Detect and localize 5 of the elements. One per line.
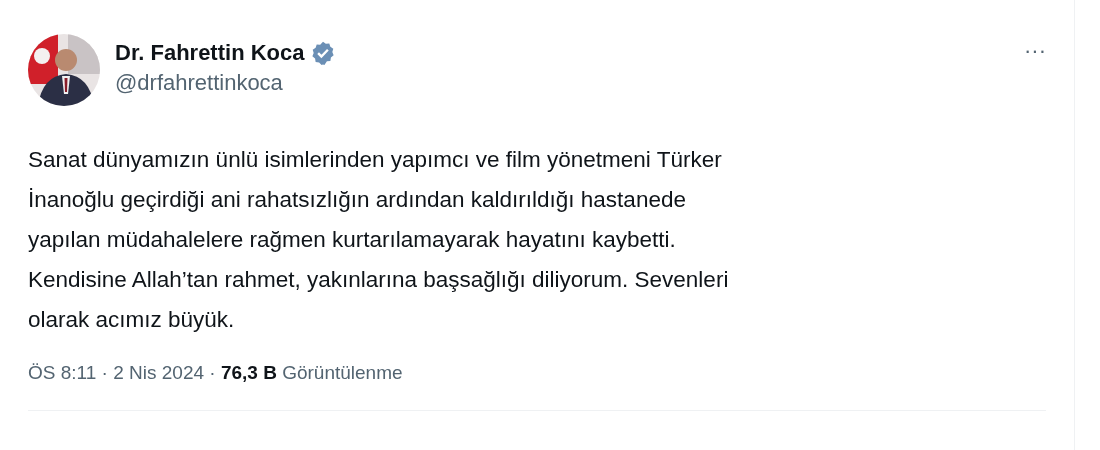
tweet-meta: ÖS 8:11 · 2 Nis 2024 · 76,3 B Görüntülenme [28,362,404,384]
more-button[interactable]: ··· [1022,40,1048,62]
author-handle[interactable]: @drfahrettinkoca [115,70,337,96]
tweet-text: Sanat dünyamızın ünlü isimlerinden yapımcı ve film yönetmeni Türker İnanoğlu geçirdiği ani rahatsızlığın ardından kaldırıldığı hastanede yapılan müdahalelere rağmen kurtarılamayarak hayatını kaybetti. Kendisine Allah’tan rahmet, yakınlarına başsağlığı diliyorum. Sevenleri olarak acımız büyük. [28,146,730,334]
author-name[interactable]: Dr. Fahrettin Koca [115,40,305,66]
